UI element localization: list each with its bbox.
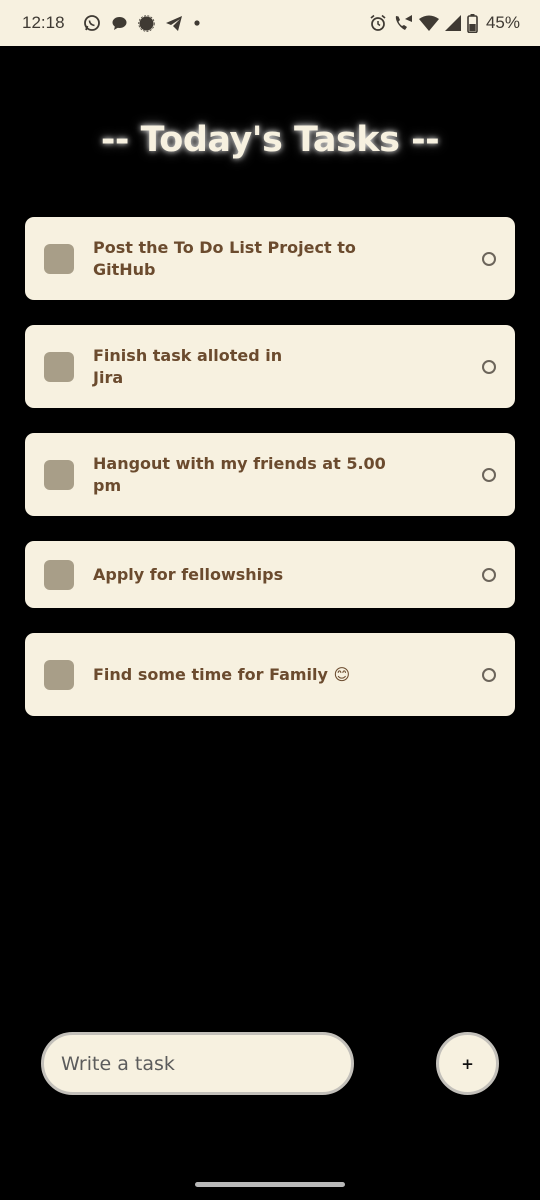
task-card[interactable]: Hangout with my friends at 5.00 pm [25, 433, 515, 516]
task-card[interactable]: Finish task alloted in Jira [25, 325, 515, 408]
task-status-circle-icon[interactable] [482, 667, 496, 682]
telegram-icon [165, 15, 183, 32]
task-card[interactable]: Find some time for Family 😊 [25, 633, 515, 716]
status-bar: 12:18 45% [0, 0, 540, 46]
alarm-icon [369, 14, 387, 32]
page-title: -- Today's Tasks -- [100, 120, 440, 160]
battery-icon [467, 13, 478, 33]
status-time: 12:18 [22, 13, 65, 32]
task-input-container [41, 1032, 354, 1095]
battery-percent: 45% [485, 13, 520, 32]
task-checkbox[interactable] [44, 351, 74, 382]
status-notification-icons [83, 14, 201, 32]
home-indicator[interactable] [195, 1182, 345, 1187]
chat-bubble-icon [111, 15, 128, 32]
whatsapp-icon [83, 14, 101, 32]
task-checkbox[interactable] [44, 659, 74, 690]
status-system-icons: 45% [369, 13, 520, 33]
wifi-icon [418, 15, 439, 31]
dot-icon [193, 19, 201, 27]
task-checkbox[interactable] [44, 459, 74, 490]
task-status-circle-icon[interactable] [482, 567, 496, 582]
signal-app-icon [137, 14, 155, 32]
task-text: Post the To Do List Project to GitHub [93, 237, 356, 279]
task-text: Find some time for Family 😊 [93, 664, 351, 684]
task-status-circle-icon[interactable] [482, 359, 496, 374]
task-status-circle-icon[interactable] [482, 467, 496, 482]
task-card[interactable]: Apply for fellowships [25, 541, 515, 608]
add-task-button[interactable]: + [436, 1032, 499, 1095]
wifi-calling-icon [393, 14, 413, 32]
task-checkbox[interactable] [44, 559, 74, 590]
cell-signal-icon [444, 15, 461, 31]
task-checkbox[interactable] [44, 243, 74, 274]
task-status-circle-icon[interactable] [482, 251, 496, 266]
task-input[interactable] [44, 1035, 351, 1092]
task-text: Apply for fellowships [93, 564, 284, 584]
task-text: Hangout with my friends at 5.00 pm [93, 453, 386, 495]
task-card[interactable]: Post the To Do List Project to GitHub [25, 217, 515, 300]
task-text: Finish task alloted in Jira [93, 345, 283, 387]
